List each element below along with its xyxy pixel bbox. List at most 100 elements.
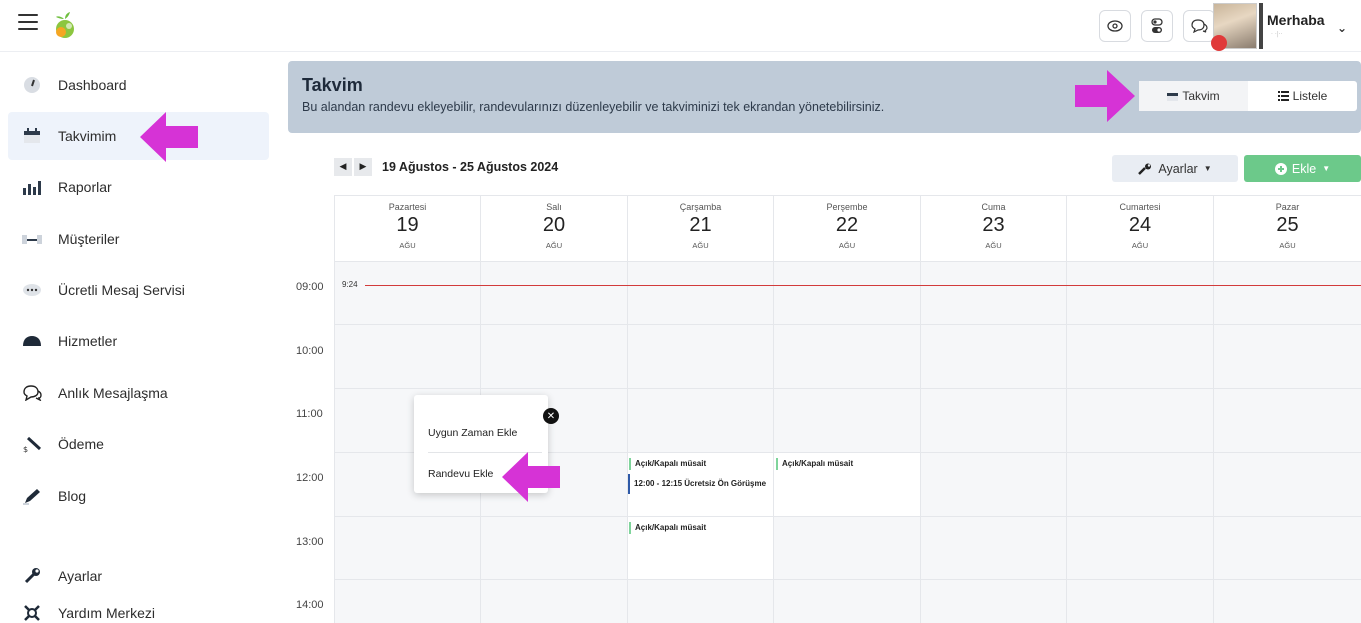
plus-circle-icon: [1274, 162, 1287, 175]
calendar-nav: ◀ ▶ 19 Ağustos - 25 Ağustos 2024: [334, 158, 558, 176]
caret-down-icon: ▼: [1203, 164, 1212, 173]
profile-menu[interactable]: Merhaba · ·|·· ⌄: [1211, 3, 1353, 51]
app-logo[interactable]: [52, 12, 78, 40]
hamburger-menu-icon[interactable]: [18, 14, 38, 30]
day-header[interactable]: Cumartesi 24 AĞU: [1066, 195, 1213, 261]
sidebar-item-blog[interactable]: Blog: [8, 472, 269, 520]
day-month: AĞU: [399, 241, 416, 250]
time-label: 13:00: [296, 536, 324, 548]
calendar-event[interactable]: Açık/Kapalı müsait: [776, 458, 916, 470]
tab-takvim[interactable]: Takvim: [1139, 81, 1248, 111]
annotation-arrow-left: [140, 112, 198, 162]
greeting-text: Merhaba: [1267, 12, 1325, 28]
day-header[interactable]: Pazar 25 AĞU: [1213, 195, 1361, 261]
calendar-event[interactable]: 12:00 - 12:15 Ücretsiz Ön Görüşme: [628, 474, 772, 494]
sidebar-item-label: Müşteriler: [58, 231, 120, 247]
day-header[interactable]: Çarşamba 21 AĞU: [627, 195, 773, 261]
sidebar-item-label: Ödeme: [58, 436, 104, 452]
sidebar-item-label: Takvimim: [58, 128, 117, 144]
day-name: Çarşamba: [679, 202, 722, 212]
sidebar-item-ucretli-mesaj[interactable]: Ücretli Mesaj Servisi: [8, 266, 269, 314]
settings-dropdown-button[interactable]: Ayarlar ▼: [1112, 155, 1238, 182]
page-description: Bu alandan randevu ekleyebilir, randevul…: [302, 100, 885, 114]
list-icon: [1277, 91, 1289, 101]
handshake-icon: [20, 229, 44, 249]
grid-line: [334, 261, 1361, 262]
day-name: Pazartesi: [388, 202, 427, 212]
annotation-arrow-left: [502, 452, 560, 502]
add-available-time-option[interactable]: Uygun Zaman Ekle: [428, 427, 517, 439]
day-number: 22: [835, 214, 859, 236]
day-header[interactable]: Perşembe 22 AĞU: [773, 195, 920, 261]
sidebar-item-label: Hizmetler: [58, 333, 118, 349]
sidebar-item-label: Yardım Merkezi: [58, 605, 155, 621]
day-month: AĞU: [985, 241, 1002, 250]
grid-line: [334, 579, 1361, 580]
grid-line: [1066, 261, 1067, 623]
sidebar-item-label: Blog: [58, 488, 87, 504]
day-name: Pazar: [1275, 202, 1300, 212]
payment-icon: $: [20, 434, 44, 454]
sidebar-item-label: Anlık Mesajlaşma: [58, 385, 168, 401]
bar-chart-icon: [20, 177, 44, 197]
calendar-event[interactable]: Açık/Kapalı müsait: [629, 522, 769, 534]
day-number: 20: [542, 214, 566, 236]
sidebar-item-raporlar[interactable]: Raporlar: [8, 163, 269, 211]
status-dot: [1211, 35, 1227, 51]
sidebar-item-takvimim[interactable]: Takvimim: [8, 112, 269, 160]
eye-icon[interactable]: [1099, 10, 1131, 42]
grid-line: [1213, 261, 1214, 623]
add-dropdown-button[interactable]: Ekle ▼: [1244, 155, 1361, 182]
day-header[interactable]: Salı 20 AĞU: [480, 195, 627, 261]
current-time-line: [365, 285, 1361, 286]
grid-line: [334, 324, 1361, 325]
sidebar: Dashboard Takvimim Raporlar Müşteriler Ü…: [0, 53, 278, 623]
day-header[interactable]: Cuma 23 AĞU: [920, 195, 1066, 261]
chat-icon: [20, 383, 44, 403]
current-time-label: 9:24: [342, 280, 358, 289]
annotation-arrow-right: [1075, 70, 1135, 122]
page-header: Takvim Bu alandan randevu ekleyebilir, r…: [288, 61, 1361, 133]
day-header[interactable]: Pazartesi 19 AĞU: [334, 195, 480, 261]
time-label: 12:00: [296, 472, 324, 484]
dome-icon: [20, 331, 44, 351]
top-bar: Merhaba · ·|·· ⌄: [0, 0, 1361, 52]
day-name: Cumartesi: [1119, 202, 1161, 212]
calendar-icon: [20, 126, 44, 146]
day-number: 24: [1128, 214, 1152, 236]
view-toggle: Takvim Listele: [1139, 81, 1357, 111]
sidebar-item-anlik-mesaj[interactable]: Anlık Mesajlaşma: [8, 369, 269, 417]
day-month: AĞU: [1131, 241, 1149, 250]
prev-week-button[interactable]: ◀: [334, 158, 352, 176]
sidebar-item-hizmetler[interactable]: Hizmetler: [8, 317, 269, 365]
grid-line: [920, 261, 921, 623]
toggle-icon[interactable]: [1141, 10, 1173, 42]
tab-takvim-label: Takvim: [1182, 89, 1220, 103]
sidebar-item-dashboard[interactable]: Dashboard: [8, 61, 269, 109]
grid-line: [773, 261, 774, 623]
sidebar-item-odeme[interactable]: $ Ödeme: [8, 420, 269, 468]
day-number: 23: [982, 214, 1005, 236]
sidebar-item-label: Raporlar: [58, 179, 112, 195]
day-number: 19: [396, 214, 419, 236]
time-label: 14:00: [296, 599, 324, 611]
chevron-down-icon[interactable]: ⌄: [1337, 21, 1347, 35]
add-appointment-option[interactable]: Randevu Ekle: [428, 468, 493, 480]
day-month: AĞU: [1279, 241, 1296, 250]
day-month: AĞU: [838, 241, 856, 250]
sidebar-item-label: Ücretli Mesaj Servisi: [58, 282, 185, 298]
sidebar-item-musteriler[interactable]: Müşteriler: [8, 215, 269, 263]
sms-icon: [20, 280, 44, 300]
next-week-button[interactable]: ▶: [354, 158, 372, 176]
sidebar-item-yardim[interactable]: Yardım Merkezi: [8, 589, 269, 623]
chat-icon[interactable]: [1183, 10, 1215, 42]
day-month: AĞU: [692, 241, 709, 250]
sidebar-item-label: Dashboard: [58, 77, 127, 93]
close-icon[interactable]: ✕: [543, 408, 559, 424]
tab-listele[interactable]: Listele: [1248, 81, 1357, 111]
calendar-icon: [1167, 92, 1179, 101]
calendar-event[interactable]: Açık/Kapalı müsait: [629, 458, 769, 470]
avatar-divider: [1259, 3, 1263, 49]
day-number: 25: [1276, 214, 1299, 236]
greeting-subtext: · ·|··: [1271, 31, 1283, 38]
